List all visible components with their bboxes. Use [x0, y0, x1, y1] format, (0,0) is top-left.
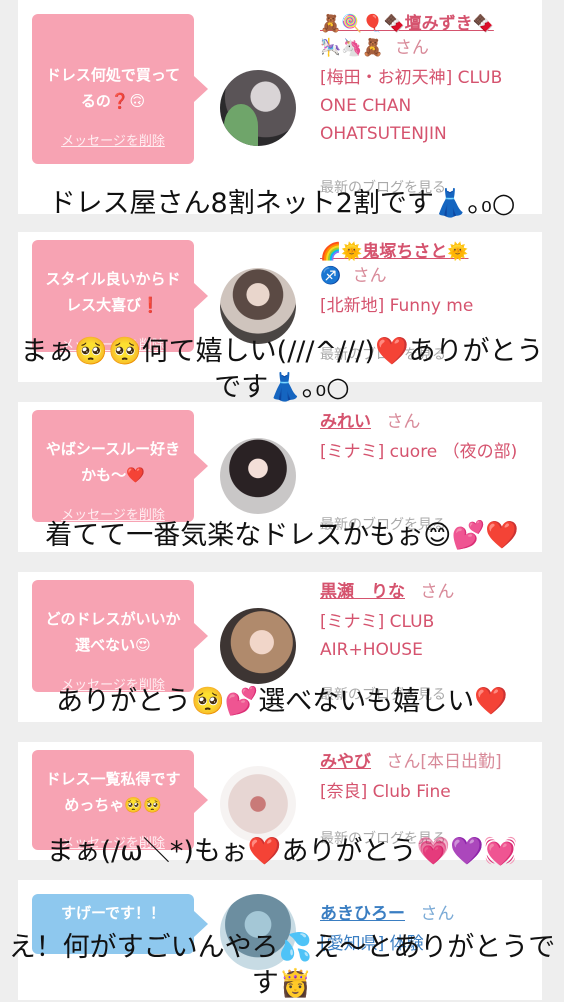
reply-overlay-text: ありがとう🥺💕選べないも嬉しい❤️ [56, 686, 508, 717]
name-emoji-line: 🎠🦄🧸 [320, 38, 384, 58]
user-name-link[interactable]: みやび [320, 752, 371, 772]
message-bubble: やばシースルー好きかも〜❤️ メッセージを削除 [32, 410, 208, 523]
user-name-link[interactable]: 黒瀬 りな [320, 582, 405, 602]
message-bubble: どのドレスがいいか選べない😍 メッセージを削除 [32, 580, 208, 693]
honorific: さん [394, 38, 429, 58]
shop-link[interactable]: [ミナミ] CLUB AIR+HOUSE [320, 608, 534, 664]
shop-link[interactable]: [梅田・お初天神] CLUB ONE CHAN OHATSUTENJIN [320, 64, 534, 148]
delete-message-link[interactable]: メッセージを削除 [32, 130, 194, 149]
reply-overlay-text: 着てて一番気楽なドレスかもぉ😊💕❤️ [45, 520, 519, 551]
message-text: どのドレスがいいか選べない😍 [45, 610, 181, 654]
avatar[interactable] [220, 608, 296, 684]
shop-link[interactable]: [北新地] Funny me [320, 292, 534, 320]
message-text: ドレス一覧私得ですめっちゃ🥺🥺 [45, 770, 181, 814]
message-text: やばシースルー好きかも〜❤️ [45, 440, 181, 484]
user-name-link[interactable]: 🧸🍭🎈🍫壇みずき🍫 [320, 14, 494, 34]
reply-overlay-text: まぁ(/ω＼*)もぉ❤️ありがとう💗💜💓 [46, 836, 518, 867]
shop-link[interactable]: [奈良] Club Fine [320, 778, 534, 806]
honorific: さん[本日出勤] [386, 752, 502, 772]
shop-link[interactable]: [ミナミ] cuore （夜の部) [320, 438, 534, 466]
honorific: さん [420, 582, 455, 602]
user-name-link[interactable]: 🌈🌞鬼塚ちさと🌞 [320, 242, 469, 262]
avatar[interactable] [220, 438, 296, 514]
honorific: さん [386, 412, 421, 432]
avatar[interactable] [220, 70, 296, 146]
reply-overlay-text: ドレス屋さん8割ネット2割です👗｡₀○ [48, 188, 516, 219]
reply-overlay-text: まぁ🥺🥺何て嬉しい(///^///)❤️ありがとうです👗｡₀○ [20, 336, 544, 403]
user-name-link[interactable]: みれい [320, 412, 371, 432]
avatar[interactable] [220, 766, 296, 842]
message-text: ドレス何処で買ってるの❓🙃 [45, 66, 181, 110]
user-name-link[interactable]: あきひろー [320, 904, 405, 924]
message-text: スタイル良いからドレス大喜び❗️ [45, 270, 181, 314]
honorific: さん [352, 266, 387, 286]
name-emoji-line: ♐️ [320, 266, 342, 286]
comment-card: ドレス何処で買ってるの❓🙃 メッセージを削除 🧸🍭🎈🍫壇みずき🍫 🎠🦄🧸 さん … [18, 0, 542, 214]
avatar[interactable] [220, 268, 296, 344]
honorific: さん [420, 904, 455, 924]
message-text: すげーです！！ [60, 904, 166, 922]
reply-overlay-text: え！何がすごいんやろ💦え〜とありがとうです👸 [8, 932, 556, 999]
message-bubble: ドレス何処で買ってるの❓🙃 メッセージを削除 [32, 14, 208, 164]
